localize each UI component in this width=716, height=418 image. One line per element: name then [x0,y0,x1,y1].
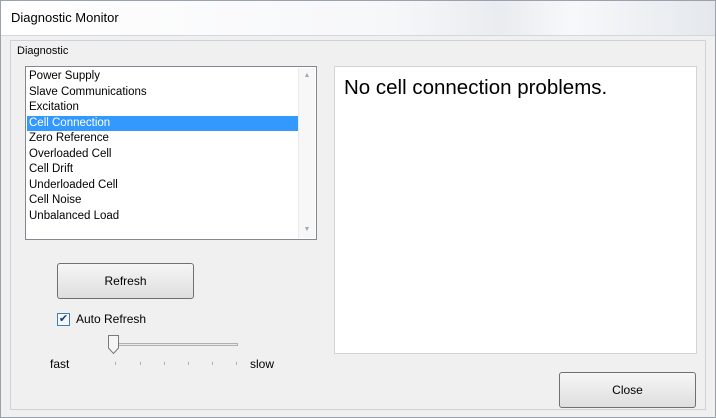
list-item[interactable]: Overloaded Cell [27,147,298,163]
list-item[interactable]: Excitation [27,100,298,116]
result-panel: No cell connection problems. [334,66,697,354]
diagnostic-list: Power Supply Slave Communications Excitati… [27,69,298,224]
slider-tick [115,362,116,365]
slider-tick [188,362,189,365]
title-bar[interactable]: Diagnostic Monitor [1,1,715,36]
list-item[interactable]: Slave Communications [27,85,298,101]
slider-tick [164,362,165,365]
list-item[interactable]: Power Supply [27,69,298,85]
auto-refresh-label: Auto Refresh [76,312,147,326]
result-message: No cell connection problems. [344,76,608,99]
scroll-down-arrow-icon[interactable]: ▼ [299,222,315,238]
scroll-up-arrow-icon[interactable]: ▲ [299,68,315,84]
list-item[interactable]: Cell Connection [27,115,298,131]
list-item[interactable]: Zero Reference [27,131,298,147]
slider-tick [212,362,213,365]
diagnostic-group-label: Diagnostic [17,45,69,57]
list-item[interactable]: Unbalanced Load [27,209,298,225]
refresh-speed-slider-track[interactable] [114,343,238,346]
window-title: Diagnostic Monitor [11,10,119,25]
list-item[interactable]: Cell Noise [27,193,298,209]
slider-tick [236,362,237,365]
slider-fast-label: fast [50,357,70,371]
slider-thumb[interactable] [108,335,119,354]
list-scrollbar[interactable]: ▲ ▼ [298,68,315,238]
auto-refresh-checkbox[interactable]: ✔ [57,313,70,326]
close-button[interactable]: Close [559,372,696,408]
slider-slow-label: slow [250,357,275,371]
refresh-button[interactable]: Refresh [57,263,194,299]
list-item[interactable]: Underloaded Cell [27,178,298,194]
list-item[interactable]: Cell Drift [27,162,298,178]
slider-tick [140,362,141,365]
diagnostic-listbox[interactable]: Power Supply Slave Communications Excitati… [25,66,317,240]
